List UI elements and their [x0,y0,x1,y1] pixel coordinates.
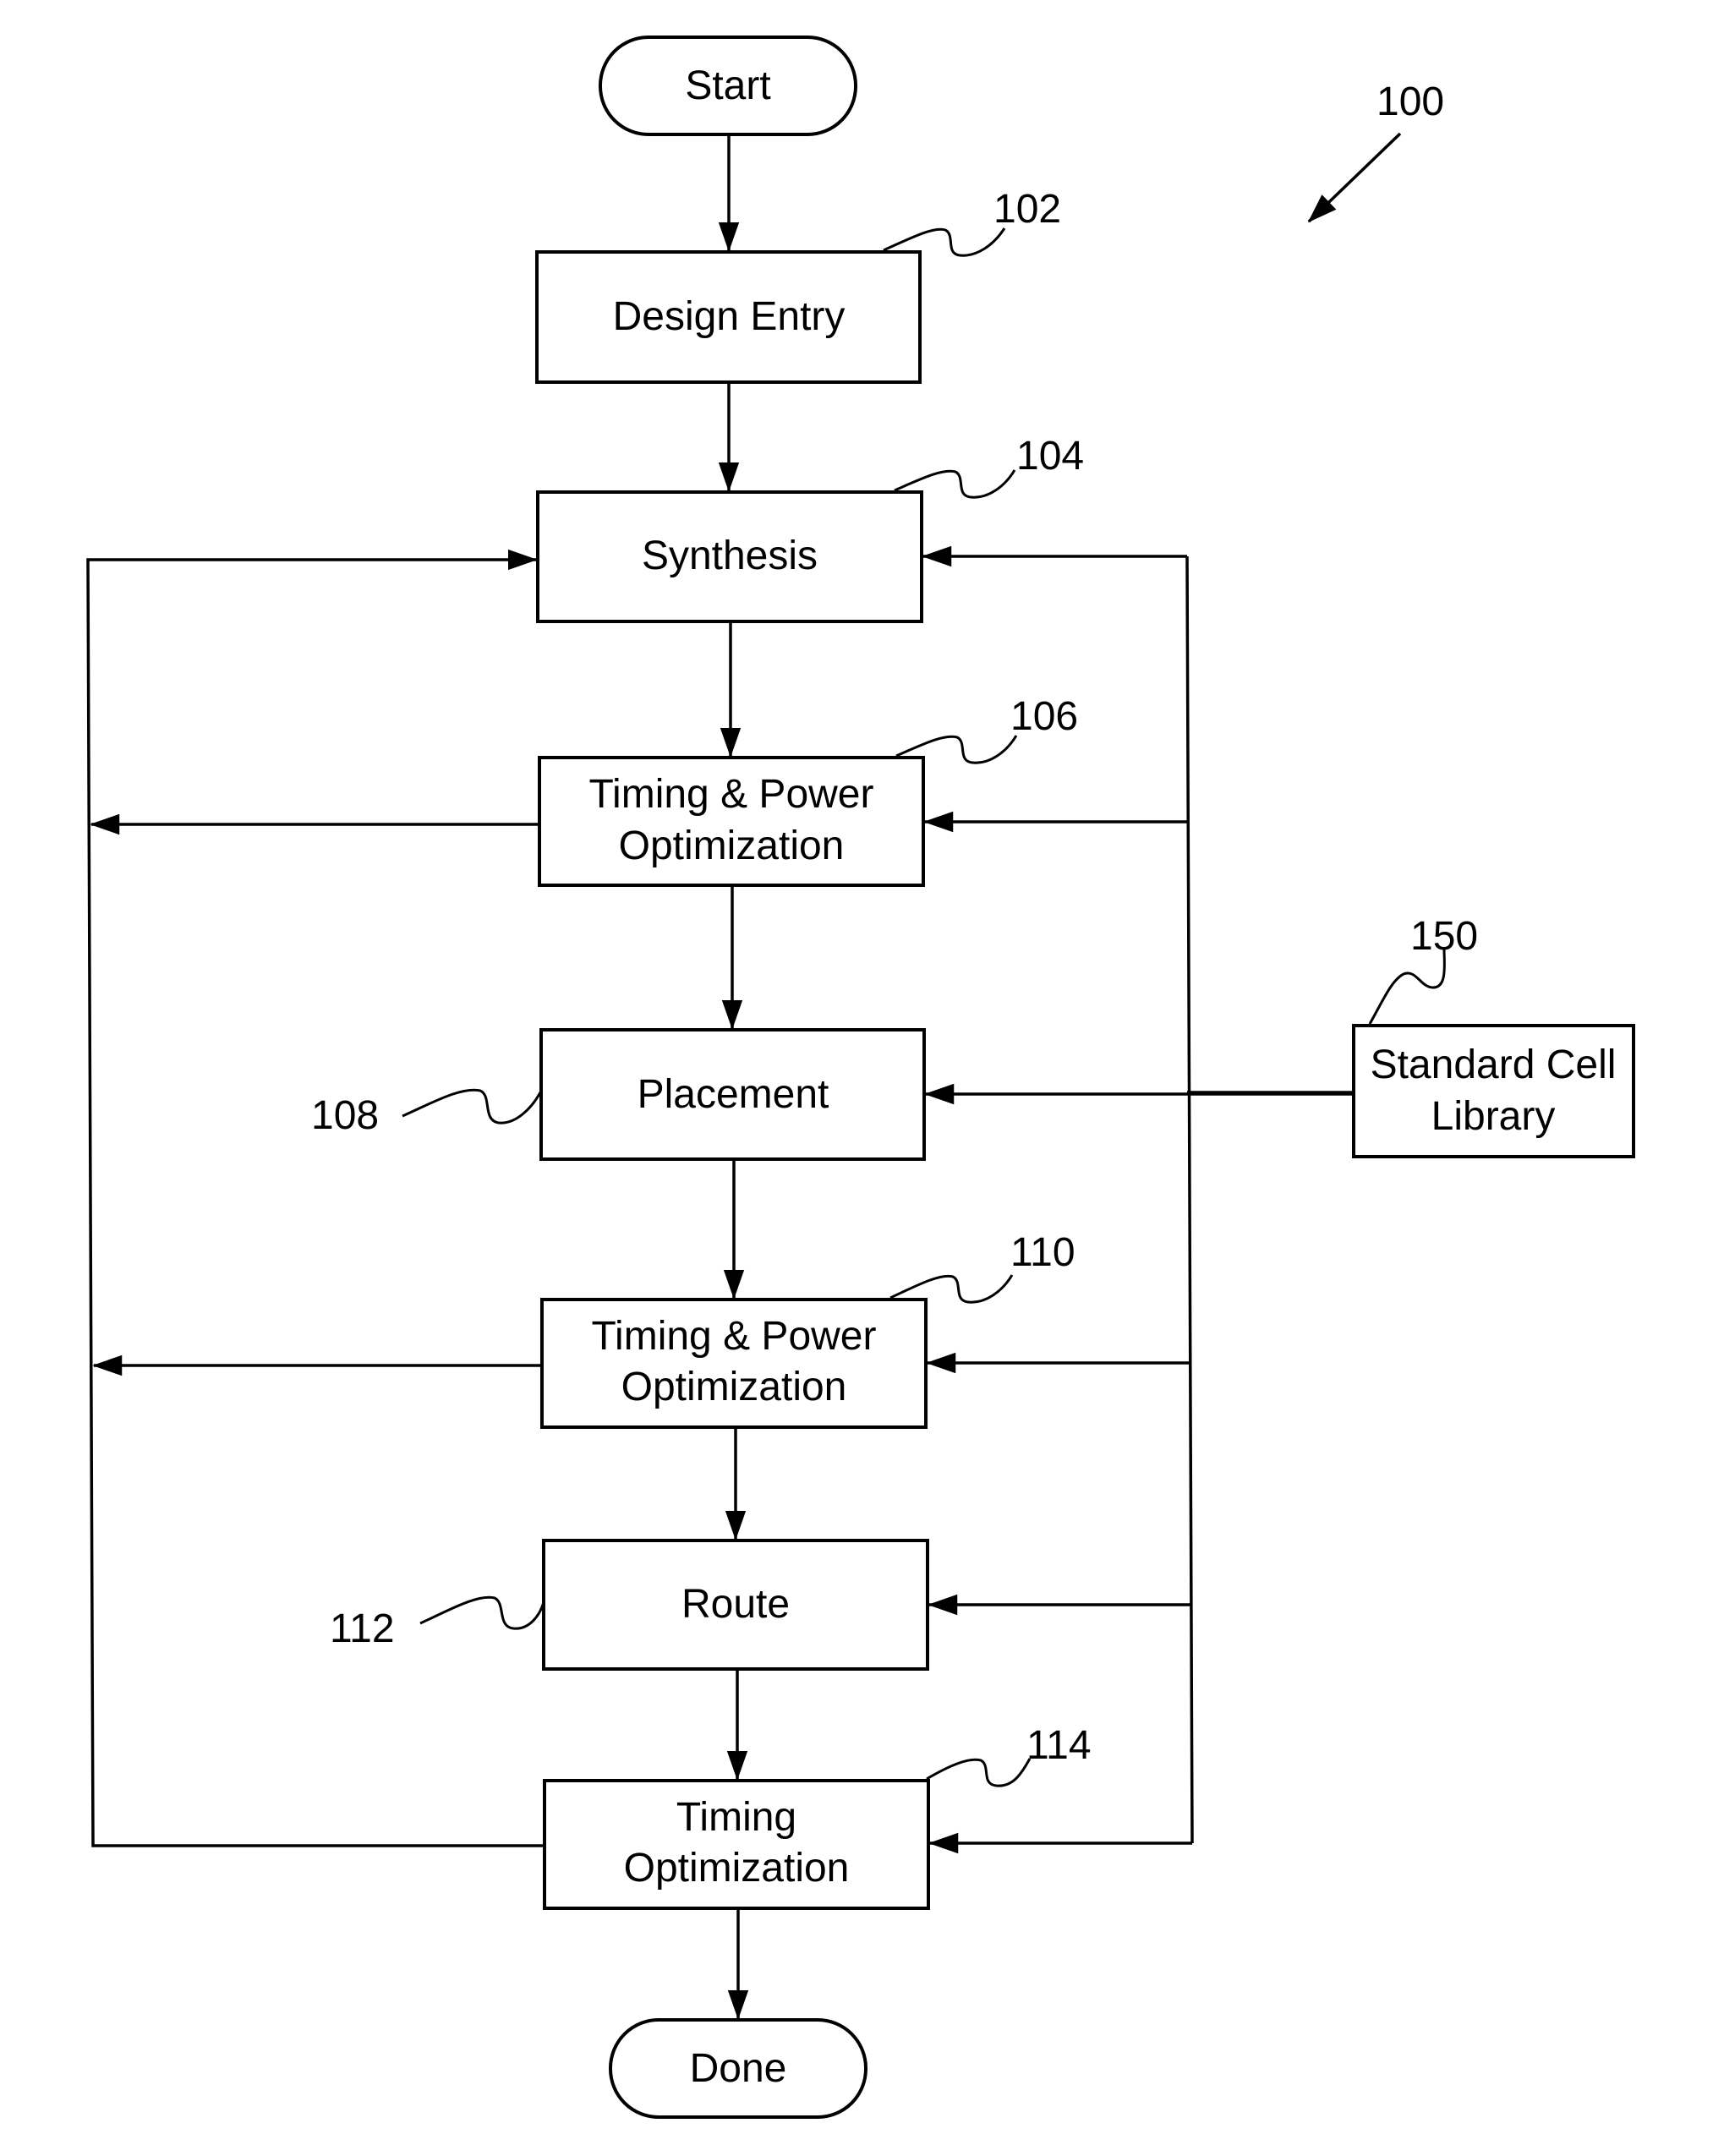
start-label: Start [685,63,770,108]
design-entry-label: Design Entry [613,294,846,339]
timing-power-opt-2-label-line2: Optimization [621,1365,847,1409]
timing-power-opt-2-ref: 110 [1010,1230,1075,1275]
design-entry-ref: 102 [993,187,1061,232]
library-leader [1368,948,1446,1025]
timing-power-opt-2-label-line1: Timing & Power [592,1314,877,1359]
standard-cell-library: Standard Cell Library 150 [1352,914,1635,1158]
figure-reference-label: 100 [1376,79,1444,124]
timing-opt-leader [926,1758,1032,1787]
placement-leader [402,1088,543,1125]
start-terminal: Start [599,36,857,136]
step-placement: Placement 108 [311,1028,926,1161]
route-leader [419,1595,545,1630]
timing-opt-label-line2: Optimization [624,1846,850,1891]
left-feedback-bus [86,549,545,1847]
done-label: Done [690,2046,787,2091]
timing-power-opt-1-label-line1: Timing & Power [589,772,874,817]
library-bus-vertical [1185,555,1194,1844]
timing-power-opt-1-label-line2: Optimization [619,824,845,868]
library-label-line1: Standard Cell [1371,1042,1617,1087]
route-label: Route [681,1582,790,1627]
flowchart: 100 Start Design Entry 102 Synthesis 104… [86,36,1635,2119]
synthesis-label: Synthesis [642,534,818,578]
step-design-entry: Design Entry 102 [535,187,1061,384]
right-library-bus [922,545,1354,1854]
feedback-line-to-synthesis [86,549,545,1847]
timing-power-opt-1-ref: 106 [1010,694,1078,739]
placement-ref: 108 [311,1093,379,1138]
route-ref: 112 [330,1606,395,1651]
library-ref: 150 [1410,914,1478,959]
library-label-line2: Library [1431,1094,1556,1139]
timing-opt-ref: 114 [1026,1723,1092,1768]
step-route: Route 112 [330,1539,929,1671]
timing-opt-label-line1: Timing [676,1795,796,1840]
synthesis-ref: 104 [1016,434,1084,479]
placement-label: Placement [638,1072,829,1117]
step-synthesis: Synthesis 104 [536,434,1084,623]
figure-reference-arrow [1307,132,1402,223]
step-timing-power-opt-1: Timing & Power Optimization 106 [538,694,1078,887]
step-timing-power-opt-2: Timing & Power Optimization 110 [540,1230,1075,1429]
done-terminal: Done [609,2018,867,2119]
step-timing-opt: Timing Optimization 114 [543,1723,1092,1910]
